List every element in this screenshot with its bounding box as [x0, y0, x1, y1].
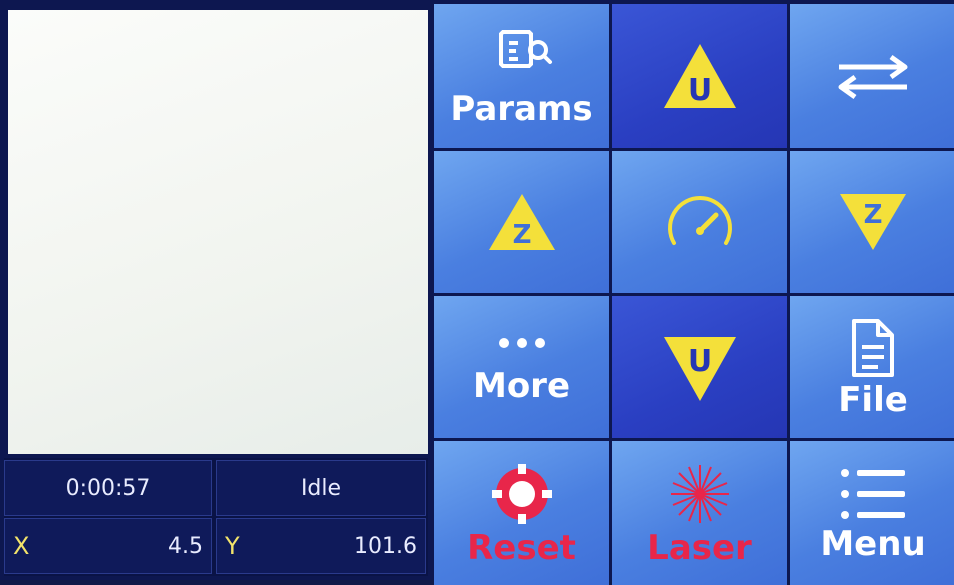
u-up-icon: U — [663, 44, 736, 108]
laser-button[interactable]: Laser — [612, 441, 787, 585]
y-position-cell: Y 101.6 — [216, 518, 426, 574]
speed-button[interactable] — [612, 151, 787, 293]
u-axis-down-button[interactable]: U — [612, 296, 787, 438]
z-axis-up-button[interactable]: Z — [434, 151, 609, 293]
elapsed-time-cell: 0:00:57 — [4, 460, 212, 516]
z-down-icon: Z — [840, 194, 906, 250]
more-label: More — [472, 366, 571, 406]
reset-label: Reset — [467, 528, 576, 568]
menu-list-icon — [841, 469, 905, 519]
u-axis-up-button[interactable]: U — [612, 4, 787, 148]
u-down-icon: U — [663, 337, 736, 401]
work-preview-area — [8, 10, 428, 454]
z-down-letter: Z — [864, 200, 883, 230]
file-button[interactable]: File — [790, 296, 954, 438]
x-position-cell: X 4.5 — [4, 518, 212, 574]
laser-icon — [670, 465, 729, 523]
u-down-letter: U — [687, 344, 711, 379]
control-button-grid: Params U Z Z More U File Reset Laser Men… — [434, 4, 954, 585]
menu-button[interactable]: Menu — [790, 441, 954, 585]
swap-arrows-icon — [838, 54, 908, 100]
z-axis-down-button[interactable]: Z — [790, 151, 954, 293]
x-position-value: 4.5 — [168, 533, 203, 559]
menu-label: Menu — [820, 524, 926, 564]
params-search-icon — [498, 30, 552, 68]
machine-state: Idle — [300, 475, 342, 501]
z-up-icon: Z — [488, 194, 555, 250]
laser-label: Laser — [647, 528, 752, 568]
status-panel: 0:00:57 Idle X 4.5 Y 101.6 — [4, 458, 428, 576]
file-icon — [852, 319, 894, 377]
speed-gauge-icon — [667, 196, 732, 245]
u-up-letter: U — [687, 73, 711, 108]
more-button[interactable]: More — [434, 296, 609, 438]
more-dots-icon — [498, 338, 545, 348]
x-axis-label: X — [13, 532, 30, 560]
reset-button[interactable]: Reset — [434, 441, 609, 585]
z-up-letter: Z — [512, 220, 531, 250]
y-position-value: 101.6 — [354, 533, 417, 559]
params-button[interactable]: Params — [434, 4, 609, 148]
elapsed-time: 0:00:57 — [65, 475, 151, 501]
machine-state-cell: Idle — [216, 460, 426, 516]
reset-target-icon — [491, 464, 552, 524]
swap-direction-button[interactable] — [790, 4, 954, 148]
params-label: Params — [450, 89, 593, 129]
file-label: File — [838, 380, 908, 420]
y-axis-label: Y — [225, 532, 240, 560]
machine-control-screen: 0:00:57 Idle X 4.5 Y 101.6 Params U Z Z … — [0, 0, 954, 585]
